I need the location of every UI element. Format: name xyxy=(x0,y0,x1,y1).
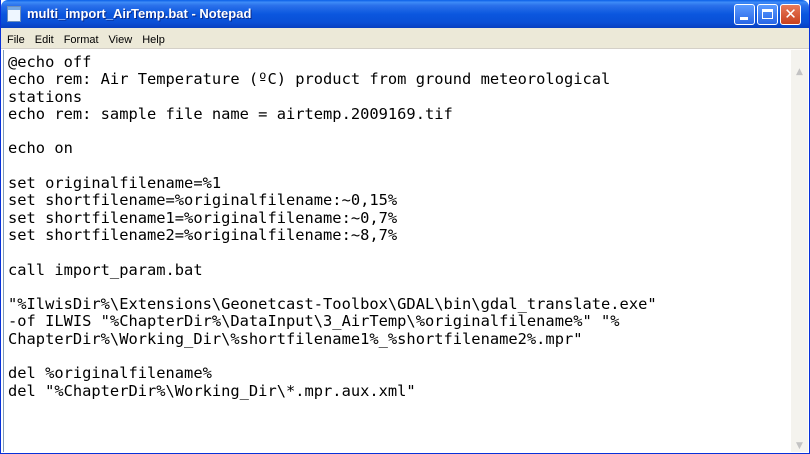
minimize-button[interactable] xyxy=(734,4,755,25)
text-editor[interactable]: @echo off echo rem: Air Temperature (ºC) … xyxy=(3,50,791,452)
code-line: echo rem: Air Temperature (ºC) product f… xyxy=(8,70,611,89)
maximize-button[interactable] xyxy=(757,4,778,25)
code-line: echo on xyxy=(8,139,73,158)
code-line: set originalfilename=%1 xyxy=(8,174,222,193)
code-line: echo rem: sample file name = airtemp.200… xyxy=(8,104,453,123)
close-button[interactable]: ✕ xyxy=(780,4,801,25)
menu-file[interactable]: File xyxy=(1,34,29,46)
scroll-down-icon[interactable]: ▼ xyxy=(791,440,808,452)
code-line: stations xyxy=(8,87,83,106)
menu-bar: File Edit Format View Help xyxy=(1,28,809,49)
window-title: multi_import_AirTemp.bat - Notepad xyxy=(27,6,252,21)
menu-view[interactable]: View xyxy=(103,34,137,46)
code-line: del %originalfilename% xyxy=(8,364,212,383)
notepad-window: multi_import_AirTemp.bat - Notepad ✕ Fil… xyxy=(0,0,810,454)
code-line: "%IlwisDir%\Extensions\Geonetcast-Toolbo… xyxy=(8,295,657,314)
code-line: set shortfilename1=%originalfilename:~0,… xyxy=(8,208,398,227)
code-line: -of ILWIS "%ChapterDir%\DataInput\3_AirT… xyxy=(8,312,620,331)
minimize-icon xyxy=(740,17,748,20)
code-line: @echo off xyxy=(8,53,92,71)
editor-content[interactable]: @echo off echo rem: Air Temperature (ºC) … xyxy=(4,50,791,400)
code-line: set shortfilename=%originalfilename:~0,1… xyxy=(8,191,398,210)
close-icon: ✕ xyxy=(784,5,797,23)
scroll-up-icon[interactable]: ▲ xyxy=(791,66,808,78)
code-line: call import_param.bat xyxy=(8,260,203,279)
code-line: set shortfilename2=%originalfilename:~8,… xyxy=(8,225,398,244)
menu-edit[interactable]: Edit xyxy=(29,34,58,46)
title-bar[interactable]: multi_import_AirTemp.bat - Notepad ✕ xyxy=(1,0,809,28)
menu-format[interactable]: Format xyxy=(58,34,103,46)
maximize-icon xyxy=(762,9,773,19)
code-line: ChapterDir%\Working_Dir\%shortfilename1%… xyxy=(8,329,583,348)
vertical-scrollbar[interactable]: ▲ ▼ xyxy=(791,50,808,452)
notepad-icon[interactable] xyxy=(7,6,21,22)
menu-help[interactable]: Help xyxy=(136,34,169,46)
code-line: del "%ChapterDir%\Working_Dir\*.mpr.aux.… xyxy=(8,381,416,400)
